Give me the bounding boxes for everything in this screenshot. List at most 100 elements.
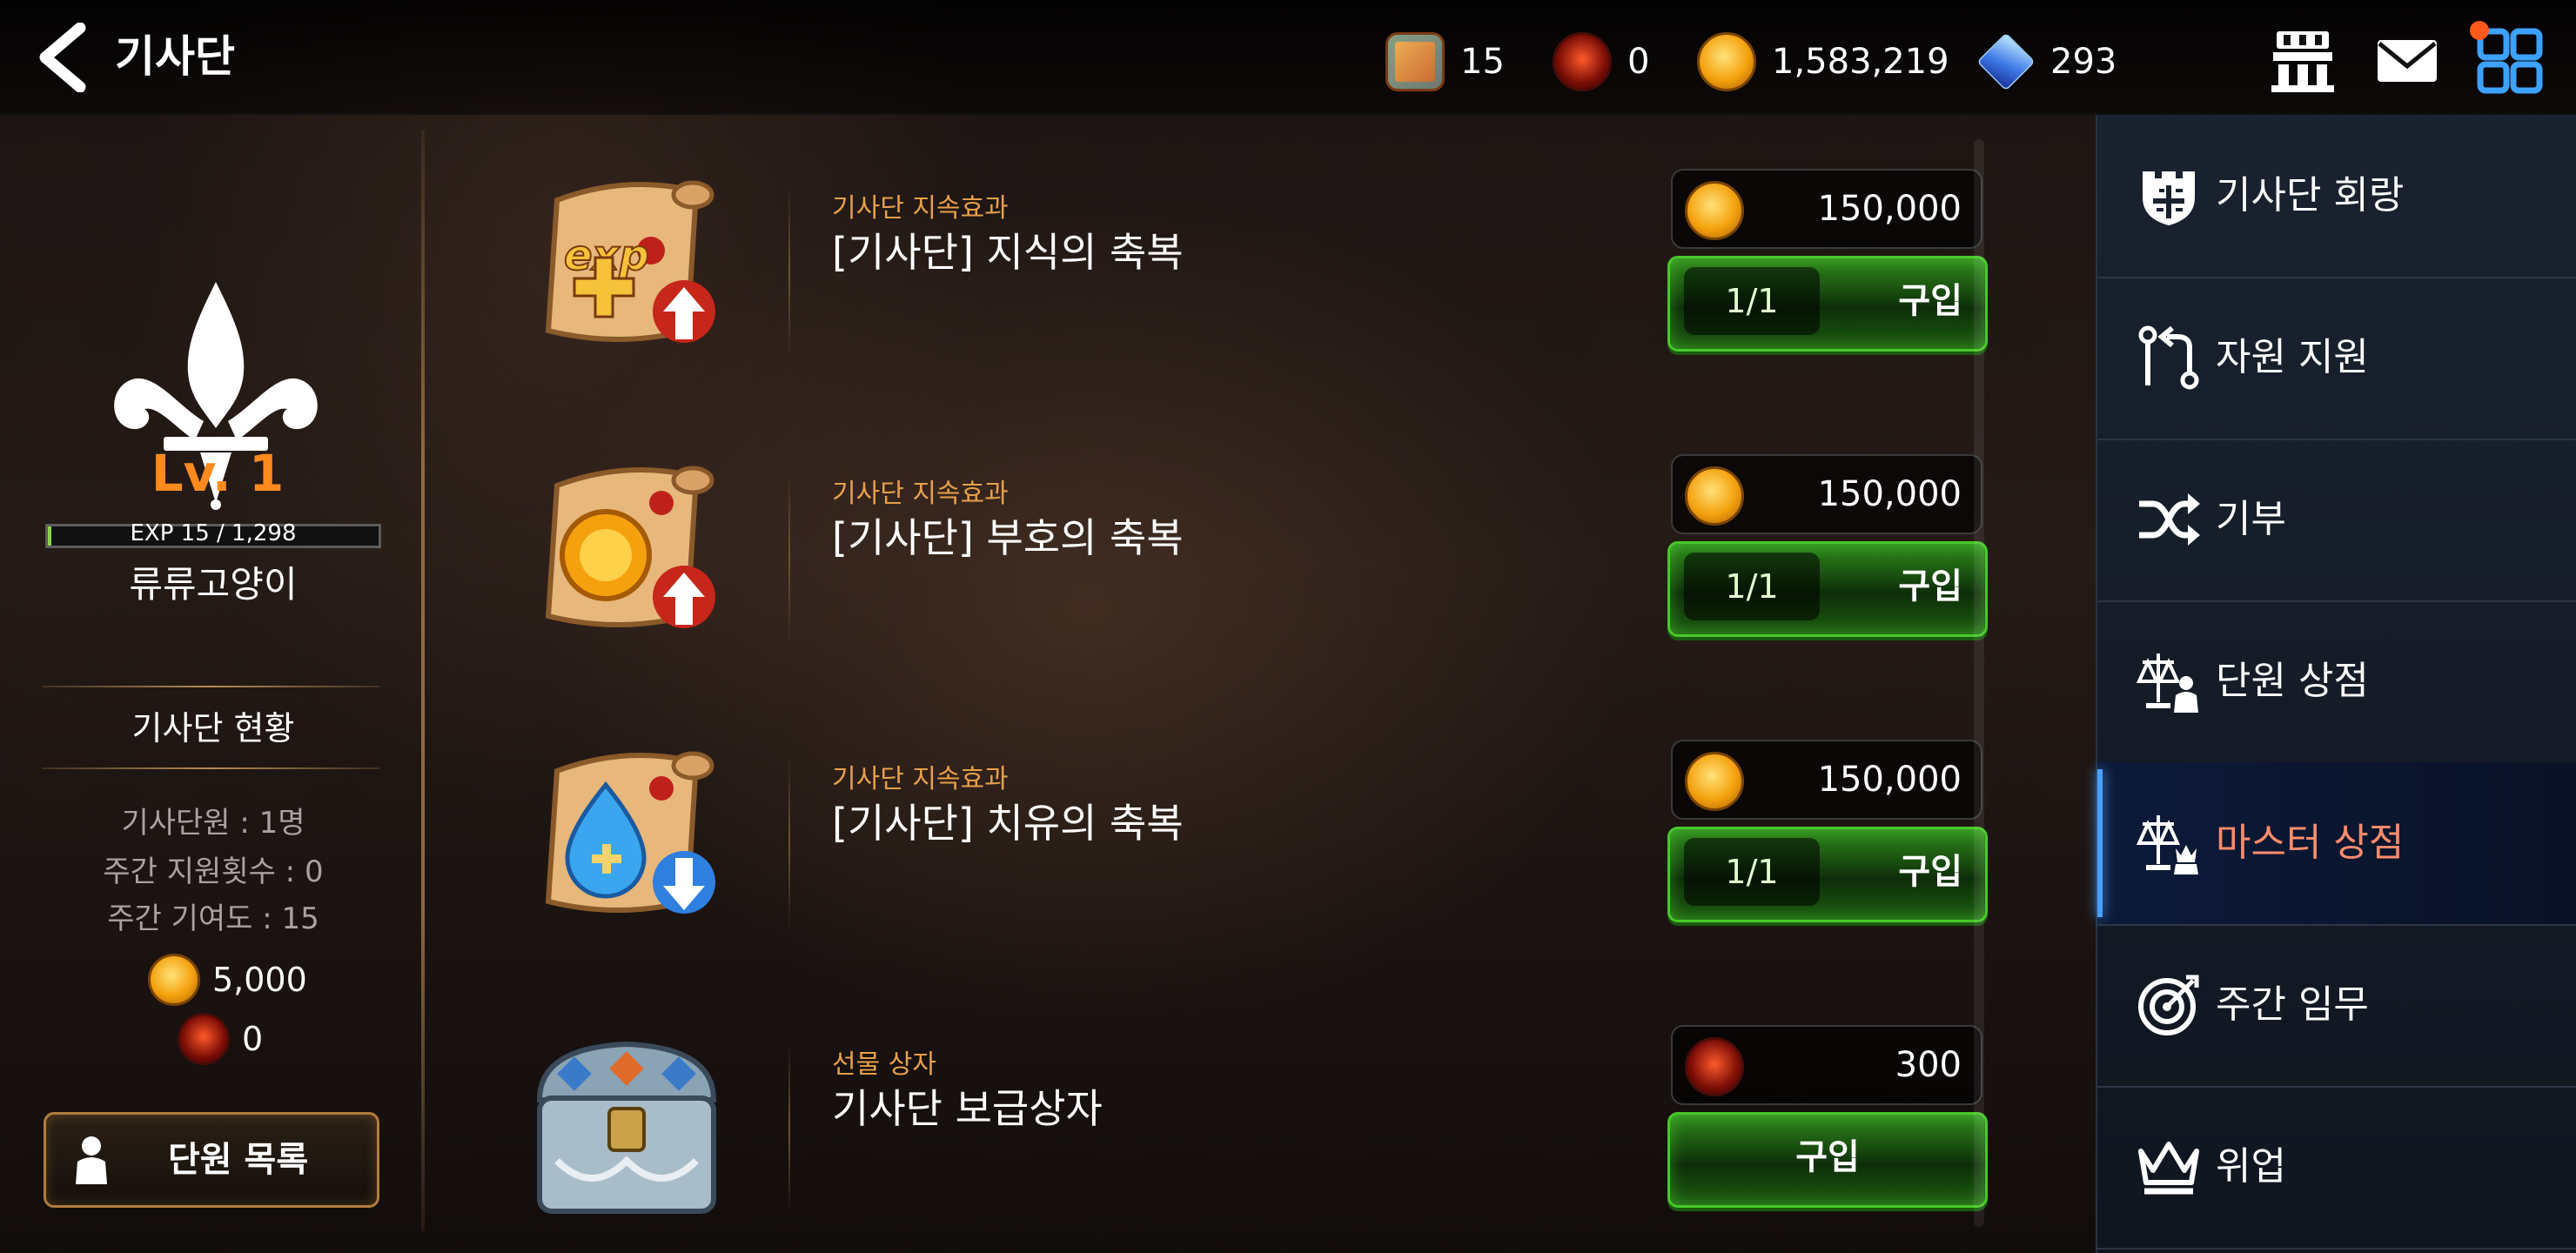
price-value: 150,000 <box>1817 189 1962 229</box>
menu-label: 위업 <box>2216 1144 2286 1189</box>
buy-button[interactable]: 1/1 구입 <box>1667 827 1988 922</box>
guild-info-panel: Lv. 1 EXP 15 / 1,298 류류고양이 기사단 현황 기사단원 :… <box>0 113 409 1253</box>
menu-label: 기부 <box>2216 497 2286 541</box>
purchase-count: 1/1 <box>1684 838 1820 906</box>
menu-item-donation[interactable]: 기부 <box>2097 439 2576 602</box>
stat-members: 기사단원 : 1명 <box>121 806 305 841</box>
top-bar: 기사단 15 0 1,583,219 293 <box>0 0 2576 115</box>
item-category: 기사단 지속효과 <box>832 764 1009 794</box>
person-icon <box>76 1136 107 1184</box>
menu-item-master-shop[interactable]: 마스터 상점 <box>2097 762 2576 926</box>
currency-value: 1,583,219 <box>1772 42 1949 82</box>
currency-gem[interactable]: 293 <box>1976 31 2117 92</box>
price-box: 150,000 <box>1671 454 1982 534</box>
back-arrow-icon[interactable] <box>31 23 101 92</box>
target-icon <box>2138 975 2199 1035</box>
item-category: 기사단 지속효과 <box>832 479 1009 509</box>
menu-label: 주간 임무 <box>2216 982 2369 1027</box>
item-name: [기사단] 치유의 축복 <box>832 800 1184 847</box>
vertical-divider <box>421 131 425 1231</box>
guild-side-menu: 기사단 회랑 자원 지원 기부 단원 상점 마스터 상점 주간 임무 위업 <box>2096 115 2576 1253</box>
item-name: 기사단 보급상자 <box>832 1085 1103 1132</box>
menu-label: 단원 상점 <box>2216 659 2369 703</box>
price-value: 150,000 <box>1817 474 1962 514</box>
shop-item: 기사단 지속효과 [기사단] 치유의 축복 150,000 1/1 구입 <box>522 736 1988 980</box>
gold-coin-icon <box>1685 466 1744 526</box>
flame-orb-icon <box>178 1013 230 1065</box>
buy-label: 구입 <box>1795 1137 1860 1177</box>
scale-person-icon <box>2136 653 2198 713</box>
gold-coin-icon <box>1685 752 1744 811</box>
price-value: 300 <box>1895 1045 1962 1085</box>
buy-button[interactable]: 1/1 구입 <box>1667 256 1988 352</box>
divider <box>42 767 379 769</box>
item-separator <box>788 755 790 929</box>
exp-scroll-icon: exp <box>545 180 715 343</box>
price-box: 300 <box>1671 1025 1982 1105</box>
divider <box>42 686 379 687</box>
menu-item-achievements[interactable]: 위업 <box>2097 1086 2576 1250</box>
item-separator <box>788 184 790 358</box>
currency-gold[interactable]: 1,583,219 <box>1697 31 1949 92</box>
currency-value: 0 <box>1627 42 1650 82</box>
buy-button[interactable]: 1/1 구입 <box>1667 541 1988 637</box>
fleur-de-lis-emblem-icon <box>114 282 318 510</box>
mail-icon[interactable] <box>2372 26 2442 96</box>
buy-button[interactable]: 구입 <box>1667 1112 1988 1208</box>
menu-label: 기사단 회랑 <box>2216 173 2405 218</box>
menu-item-guild-hall[interactable]: 기사단 회랑 <box>2097 115 2576 278</box>
crown-icon <box>2138 1142 2199 1195</box>
gold-coin-icon <box>1685 181 1744 240</box>
gold-coin-icon <box>148 954 200 1006</box>
scale-crown-icon <box>2136 815 2198 874</box>
currency-value: 293 <box>2050 42 2117 82</box>
buy-label: 구입 <box>1898 852 1962 892</box>
guild-gold: 5,000 <box>148 954 307 1006</box>
castle-shield-icon <box>2143 171 2195 225</box>
notification-dot <box>2470 21 2489 40</box>
list-scrollbar[interactable] <box>1974 139 1984 1227</box>
flame-orb-icon <box>1685 1037 1744 1096</box>
price-box: 150,000 <box>1671 740 1982 820</box>
guild-flame: 0 <box>178 1013 263 1065</box>
guild-hall-icon[interactable] <box>2268 26 2338 96</box>
member-list-label: 단원 목록 <box>168 1140 309 1180</box>
item-category: 선물 상자 <box>832 1049 936 1080</box>
menu-label: 자원 지원 <box>2216 335 2369 379</box>
gold-scroll-icon <box>545 466 715 628</box>
shop-item: exp 기사단 지속효과 [기사단] 지식의 축복 150,000 1/1 구입 <box>522 165 1988 409</box>
section-title: 기사단 현황 <box>131 709 295 747</box>
page-title: 기사단 <box>115 31 235 82</box>
flame-value: 0 <box>242 1020 264 1058</box>
purchase-count: 1/1 <box>1684 267 1820 335</box>
currency-value: 15 <box>1460 42 1505 82</box>
member-list-button[interactable]: 단원 목록 <box>44 1112 379 1208</box>
heal-scroll-icon <box>545 751 715 914</box>
item-name: [기사단] 지식의 축복 <box>832 229 1184 276</box>
exchange-icon <box>2138 325 2199 390</box>
item-name: [기사단] 부호의 축복 <box>832 514 1184 561</box>
menu-item-member-shop[interactable]: 단원 상점 <box>2097 600 2576 764</box>
shop-item: 선물 상자 기사단 보급상자 300 구입 <box>522 1022 1988 1248</box>
flame-orb-icon <box>1553 32 1612 91</box>
price-box: 150,000 <box>1671 169 1982 249</box>
menu-item-weekly-mission[interactable]: 주간 임무 <box>2097 924 2576 1088</box>
gold-value: 5,000 <box>212 961 307 999</box>
currency-flame[interactable]: 0 <box>1553 31 1649 92</box>
buy-label: 구입 <box>1898 566 1962 606</box>
guild-level: Lv. 1 <box>151 444 285 503</box>
treasure-box-icon <box>1385 32 1445 91</box>
exp-text: EXP 15 / 1,298 <box>130 520 297 546</box>
stat-weekly-support: 주간 지원횟수 : 0 <box>103 854 324 889</box>
blue-gem-icon <box>1976 32 2036 91</box>
price-value: 150,000 <box>1817 760 1962 800</box>
item-separator <box>788 1041 790 1215</box>
currency-treasure-box[interactable]: 15 <box>1385 31 1505 92</box>
shop-item: 기사단 지속효과 [기사단] 부호의 축복 150,000 1/1 구입 <box>522 451 1988 694</box>
buy-label: 구입 <box>1898 281 1962 321</box>
shuffle-icon <box>2139 493 2200 546</box>
menu-label: 마스터 상점 <box>2216 821 2405 865</box>
gold-coin-icon <box>1697 32 1756 91</box>
menu-item-resource-support[interactable]: 자원 지원 <box>2097 277 2576 440</box>
purchase-count: 1/1 <box>1684 553 1820 620</box>
